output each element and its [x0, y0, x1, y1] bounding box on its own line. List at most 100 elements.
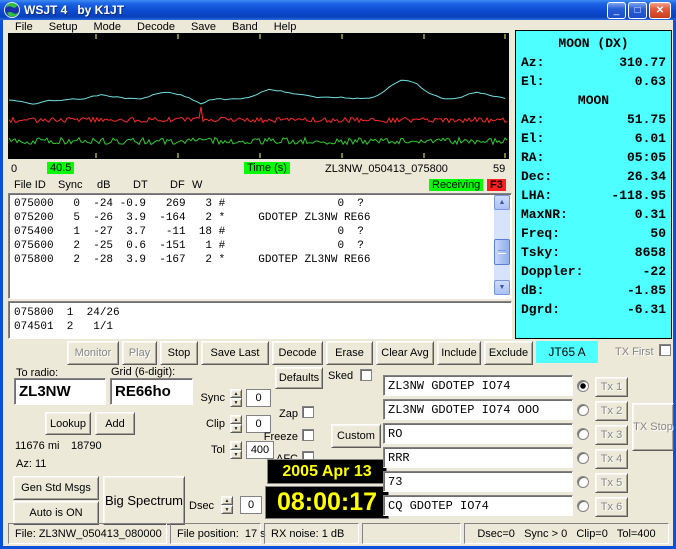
tx6-button[interactable]: Tx 6	[595, 497, 628, 517]
moon-field-value: 26.34	[626, 169, 666, 184]
clear-avg-button[interactable]: Clear Avg	[376, 341, 434, 365]
decode-scrollbar[interactable]: ▲ ▼	[494, 195, 510, 295]
moon-field-value: -22	[642, 264, 666, 279]
defaults-button[interactable]: Defaults	[275, 367, 323, 389]
tx2-radio[interactable]	[577, 404, 589, 416]
tx3-radio[interactable]	[577, 428, 589, 440]
decode-list[interactable]: 075000 0 -24 -0.9 269 3 # 0 ? 075200 5 -…	[8, 193, 512, 299]
decode-row[interactable]: 075800 2 -28 3.9 -167 2 * GDOTEP ZL3NW R…	[14, 253, 370, 267]
moon-field-label: Dec:	[521, 169, 553, 184]
maximize-button[interactable]: □	[628, 2, 647, 19]
moon-field-label: El:	[521, 131, 545, 146]
sync-label: Sync	[200, 392, 225, 404]
tx-message-6-input[interactable]: CQ GDOTEP IO74	[383, 495, 573, 516]
tx5-button[interactable]: Tx 5	[595, 473, 628, 493]
spin-down-button[interactable]: ▼	[230, 424, 242, 433]
decode-row[interactable]: 075400 1 -27 3.7 -11 18 # 0 ?	[14, 225, 364, 239]
col-db: dB	[97, 179, 111, 191]
spin-down-button[interactable]: ▼	[230, 450, 242, 459]
scroll-down-button[interactable]: ▼	[494, 280, 510, 295]
lookup-button[interactable]: Lookup	[45, 412, 91, 435]
spectrum-plot[interactable]	[8, 33, 509, 159]
moon-field-value: 0.31	[634, 207, 666, 222]
grid-label: Grid (6-digit):	[111, 366, 176, 378]
tx1-radio[interactable]	[577, 380, 589, 392]
tx5-radio[interactable]	[577, 476, 589, 488]
moon-field-label: RA:	[521, 150, 545, 165]
dsec-spinner: ▲ ▼	[221, 496, 233, 514]
status-blank	[362, 523, 461, 544]
include-button[interactable]: Include	[437, 341, 481, 365]
distance-miles: 11676 mi	[15, 440, 60, 452]
spin-up-button[interactable]: ▲	[230, 389, 242, 398]
big-spectrum-button[interactable]: Big Spectrum	[103, 476, 185, 525]
tx6-radio[interactable]	[577, 500, 589, 512]
sked-checkbox[interactable]	[360, 369, 372, 381]
average-list[interactable]: 075800 1 24/26 074501 2 1/1	[8, 301, 512, 339]
custom-button[interactable]: Custom	[331, 424, 381, 448]
zap-checkbox[interactable]	[302, 406, 314, 418]
tx-message-5-input[interactable]: 73	[383, 471, 573, 492]
decode-row[interactable]: 075200 5 -26 3.9 -164 2 * GDOTEP ZL3NW R…	[14, 211, 370, 225]
wsjt-window: WSJT 4 by K1JT _ □ ✕ File Setup Mode Dec…	[0, 0, 676, 549]
tx-message-4-input[interactable]: RRR	[383, 447, 573, 468]
tx4-button[interactable]: Tx 4	[595, 449, 628, 469]
tx-message-2-input[interactable]: ZL3NW GDOTEP IO74 OOO	[383, 399, 573, 420]
save-last-button[interactable]: Save Last	[201, 341, 269, 365]
add-button[interactable]: Add	[95, 412, 135, 435]
tx-first-label: TX First	[615, 346, 654, 358]
decode-row[interactable]: 075600 2 -25 0.6 -151 1 # 0 ?	[14, 239, 364, 253]
average-row[interactable]: 075800 1 24/26	[14, 306, 120, 320]
moon-field-value: 0.63	[634, 74, 666, 89]
moon-field-value: 6.01	[634, 131, 666, 146]
decode-button[interactable]: Decode	[272, 341, 323, 365]
spin-up-button[interactable]: ▲	[230, 415, 242, 424]
f3-badge: F3	[487, 179, 506, 191]
tx4-radio[interactable]	[577, 452, 589, 464]
tx-stop-button[interactable]: TX Stop	[632, 403, 674, 451]
dsec-label: Dsec	[189, 500, 215, 512]
scroll-thumb[interactable]	[494, 239, 510, 265]
title-bar[interactable]: WSJT 4 by K1JT _ □ ✕	[0, 0, 676, 20]
gen-std-msgs-button[interactable]: Gen Std Msgs	[13, 476, 99, 500]
play-button[interactable]: Play	[122, 341, 157, 365]
recording-filename: ZL3NW_050413_075800	[325, 163, 448, 175]
monitor-button[interactable]: Monitor	[67, 341, 119, 365]
average-row[interactable]: 074501 2 1/1	[14, 320, 113, 334]
azimuth-label: Az: 11	[16, 458, 47, 470]
client-area: File Setup Mode Decode Save Band Help 0 …	[3, 20, 674, 546]
scroll-up-button[interactable]: ▲	[494, 195, 510, 210]
status-params: Dsec=0 Sync > 0 Clip=0 Tol=400	[464, 523, 669, 544]
time-axis-label: Time (s)	[244, 162, 290, 174]
date-display: 2005 Apr 13	[267, 459, 387, 484]
spin-up-button[interactable]: ▲	[230, 441, 242, 450]
zap-label: Zap	[279, 408, 298, 420]
tx-first-checkbox[interactable]	[659, 344, 671, 356]
sked-label: Sked	[328, 370, 354, 382]
exclude-button[interactable]: Exclude	[484, 341, 533, 365]
spin-down-button[interactable]: ▼	[230, 398, 242, 407]
cursor-freq-badge: 40.5	[47, 162, 75, 174]
minimize-button[interactable]: _	[607, 2, 626, 19]
tx2-button[interactable]: Tx 2	[595, 401, 628, 421]
sync-value[interactable]: 0	[246, 389, 271, 407]
moon-field-value: 05:05	[626, 150, 666, 165]
tx1-button[interactable]: Tx 1	[595, 377, 628, 397]
axis-end-label: 59	[493, 163, 506, 175]
tx-message-1-input[interactable]: ZL3NW GDOTEP IO74	[383, 375, 573, 396]
moon-data-panel: MOON (DX) Az: 310.77 El: 0.63 MOON Az: 51.7…	[515, 30, 672, 339]
to-radio-input[interactable]: ZL3NW	[14, 378, 106, 405]
erase-button[interactable]: Erase	[326, 341, 373, 365]
auto-button[interactable]: Auto is ON	[13, 501, 99, 525]
moon-field-label: El:	[521, 74, 545, 89]
stop-button[interactable]: Stop	[160, 341, 198, 365]
moon-field-label: MaxNR:	[521, 207, 568, 222]
tx-message-3-input[interactable]: RO	[383, 423, 573, 444]
decode-row[interactable]: 075000 0 -24 -0.9 269 3 # 0 ?	[14, 197, 364, 211]
spin-down-button[interactable]: ▼	[221, 505, 233, 514]
dsec-value[interactable]: 0	[240, 496, 262, 514]
freeze-checkbox[interactable]	[302, 429, 314, 441]
spin-up-button[interactable]: ▲	[221, 496, 233, 505]
tx3-button[interactable]: Tx 3	[595, 425, 628, 445]
close-button[interactable]: ✕	[649, 2, 671, 19]
